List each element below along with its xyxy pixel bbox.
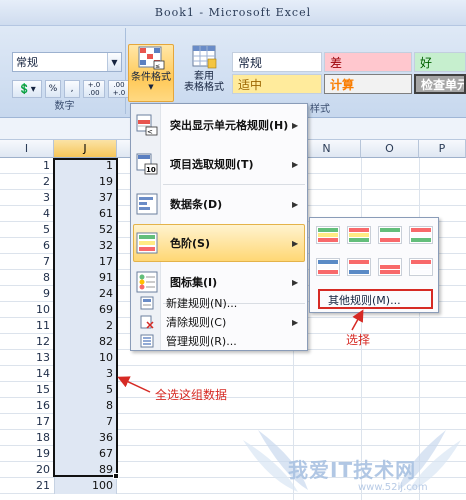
watermark-title: 我爱IT技术网 [288, 458, 417, 482]
watermark-url: www.52ij.com [358, 482, 428, 493]
arrow-to-data [117, 376, 151, 393]
arrow-to-more-rules [351, 309, 364, 331]
select-all-annotation: 全选这组数据 [155, 388, 228, 402]
watermark: 我爱IT技术网 www.52ij.com [238, 420, 466, 500]
excel-window: Book1 - Microsoft Excel 常规 ▼ 💲▾ % , +.0 … [0, 0, 466, 500]
select-annotation: 选择 [346, 333, 371, 347]
